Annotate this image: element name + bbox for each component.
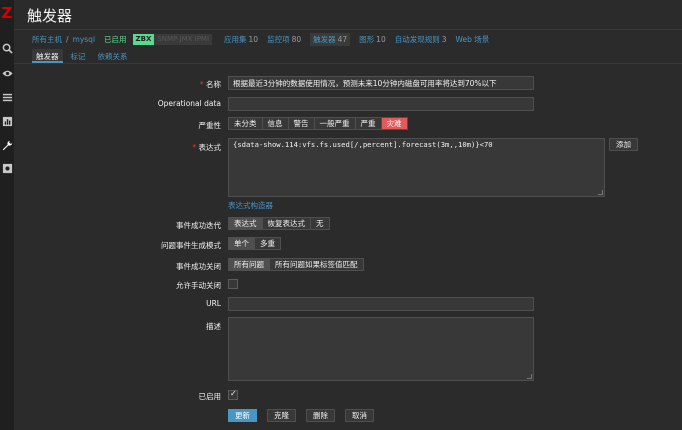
gear-icon[interactable] xyxy=(0,160,14,176)
items-link[interactable]: 监控项 80 xyxy=(267,34,301,45)
operational-data-label: Operational data xyxy=(157,99,221,108)
name-input[interactable]: 根据最近3分钟的数据使用情况，预测未来10分钟内磁盘可用率将达到70%以下 xyxy=(228,76,534,90)
sidebar: Z xyxy=(0,0,14,430)
severity-high[interactable]: 严重 xyxy=(356,118,382,129)
applications-label: 应用集 xyxy=(224,35,247,44)
search-icon[interactable] xyxy=(0,40,14,56)
operational-data-input[interactable] xyxy=(228,97,534,111)
resize-handle[interactable] xyxy=(598,190,603,195)
eye-icon[interactable] xyxy=(0,65,14,81)
enabled-label: 已启用 xyxy=(198,392,222,401)
add-expression-button[interactable]: 添加 xyxy=(609,138,638,151)
triggers-count: 47 xyxy=(337,35,348,44)
problem-mode-single[interactable]: 单个 xyxy=(229,238,255,249)
other-interfaces-badge: SNMP JMX IPMI xyxy=(154,34,213,45)
description-textarea[interactable] xyxy=(228,317,534,381)
ok-event-generation-selector: 表达式 恢复表达式 无 xyxy=(228,217,330,230)
severity-not-classified[interactable]: 未分类 xyxy=(229,118,263,129)
availability-badges: ZBX SNMP JMX IPMI xyxy=(132,34,213,45)
severity-warning[interactable]: 警告 xyxy=(289,118,315,129)
description-label: 描述 xyxy=(206,322,221,331)
expression-label-text: 表达式 xyxy=(198,143,222,152)
zbx-badge: ZBX xyxy=(132,34,155,45)
ok-event-closes-selector: 所有问题 所有问题如果标签值匹配 xyxy=(228,258,364,271)
graphs-label: 图形 xyxy=(359,35,375,44)
ok-event-generation-label: 事件成功迭代 xyxy=(176,221,221,230)
url-label: URL xyxy=(206,299,221,308)
name-label-text: 名称 xyxy=(206,80,221,89)
ok-closes-tag-match[interactable]: 所有问题如果标签值匹配 xyxy=(270,259,363,270)
breadcrumb: 所有主机 / mysql 已启用 ZBX SNMP JMX IPMI 应用集 10… xyxy=(14,31,682,48)
manual-close-label: 允许手动关闭 xyxy=(176,281,221,290)
ok-event-expression[interactable]: 表达式 xyxy=(229,218,263,229)
severity-disaster[interactable]: 灾难 xyxy=(381,118,407,129)
applications-link[interactable]: 应用集 10 xyxy=(224,34,258,45)
triggers-link[interactable]: 触发器 47 xyxy=(310,33,351,46)
discovery-count: 3 xyxy=(441,35,447,44)
expression-textarea[interactable]: {sdata-show.114:vfs.fs.used[/,percent].f… xyxy=(228,138,605,197)
expression-constructor-link[interactable]: 表达式构造器 xyxy=(228,200,273,211)
items-count: 80 xyxy=(291,35,302,44)
update-button[interactable]: 更新 xyxy=(228,409,257,422)
tab-tags[interactable]: 标记 xyxy=(67,49,90,63)
enabled-checkbox[interactable] xyxy=(228,389,238,400)
expression-text: {sdata-show.114:vfs.fs.used[/,percent].f… xyxy=(233,140,493,149)
problem-mode-multiple[interactable]: 多重 xyxy=(255,238,280,249)
page-header: 触发器 xyxy=(14,0,682,30)
ok-event-recovery-expression[interactable]: 恢复表达式 xyxy=(263,218,311,229)
severity-selector: 未分类 信息 警告 一般严重 严重 灾难 xyxy=(228,117,408,130)
graphs-count: 10 xyxy=(376,35,386,44)
ok-closes-all-problems[interactable]: 所有问题 xyxy=(229,259,270,270)
items-label: 监控项 xyxy=(267,35,290,44)
severity-average[interactable]: 一般严重 xyxy=(315,118,356,129)
cancel-button[interactable]: 取消 xyxy=(345,409,374,422)
all-hosts-link[interactable]: 所有主机 xyxy=(32,34,62,45)
expression-label: 表达式 xyxy=(14,142,222,153)
tab-dependencies[interactable]: 依赖关系 xyxy=(94,49,132,63)
ok-event-closes-label: 事件成功关闭 xyxy=(176,262,221,271)
zabbix-logo[interactable]: Z xyxy=(0,2,14,24)
name-label: 名称 xyxy=(14,79,221,90)
page-title: 触发器 xyxy=(27,7,73,25)
discovery-link[interactable]: 自动发现规则 3 xyxy=(395,34,447,45)
host-link[interactable]: mysql xyxy=(73,35,96,44)
severity-label: 严重性 xyxy=(198,121,222,130)
manual-close-checkbox[interactable] xyxy=(228,279,238,289)
trigger-form: 名称 根据最近3分钟的数据使用情况，预测未来10分钟内磁盘可用率将达到70%以下… xyxy=(14,65,682,430)
discovery-label: 自动发现规则 xyxy=(394,35,440,44)
host-status[interactable]: 已启用 xyxy=(104,34,127,45)
delete-button[interactable]: 删除 xyxy=(306,409,335,422)
chart-icon[interactable] xyxy=(0,113,14,129)
problem-mode-label: 问题事件生成模式 xyxy=(161,241,221,250)
graphs-link[interactable]: 图形 10 xyxy=(359,34,386,45)
tab-trigger[interactable]: 触发器 xyxy=(32,49,63,63)
description-resize-handle[interactable] xyxy=(527,374,532,379)
breadcrumb-separator: / xyxy=(66,35,69,44)
web-scenarios-link[interactable]: Web 场景 xyxy=(456,34,490,45)
applications-count: 10 xyxy=(248,35,259,44)
wrench-icon[interactable] xyxy=(0,137,14,153)
triggers-label: 触发器 xyxy=(313,35,336,44)
list-icon[interactable] xyxy=(0,89,14,105)
form-tabs: 触发器 标记 依赖关系 xyxy=(14,49,682,64)
severity-information[interactable]: 信息 xyxy=(263,118,289,129)
url-input[interactable] xyxy=(228,297,534,311)
clone-button[interactable]: 克隆 xyxy=(267,409,296,422)
ok-event-none[interactable]: 无 xyxy=(311,218,329,229)
problem-mode-selector: 单个 多重 xyxy=(228,237,281,250)
